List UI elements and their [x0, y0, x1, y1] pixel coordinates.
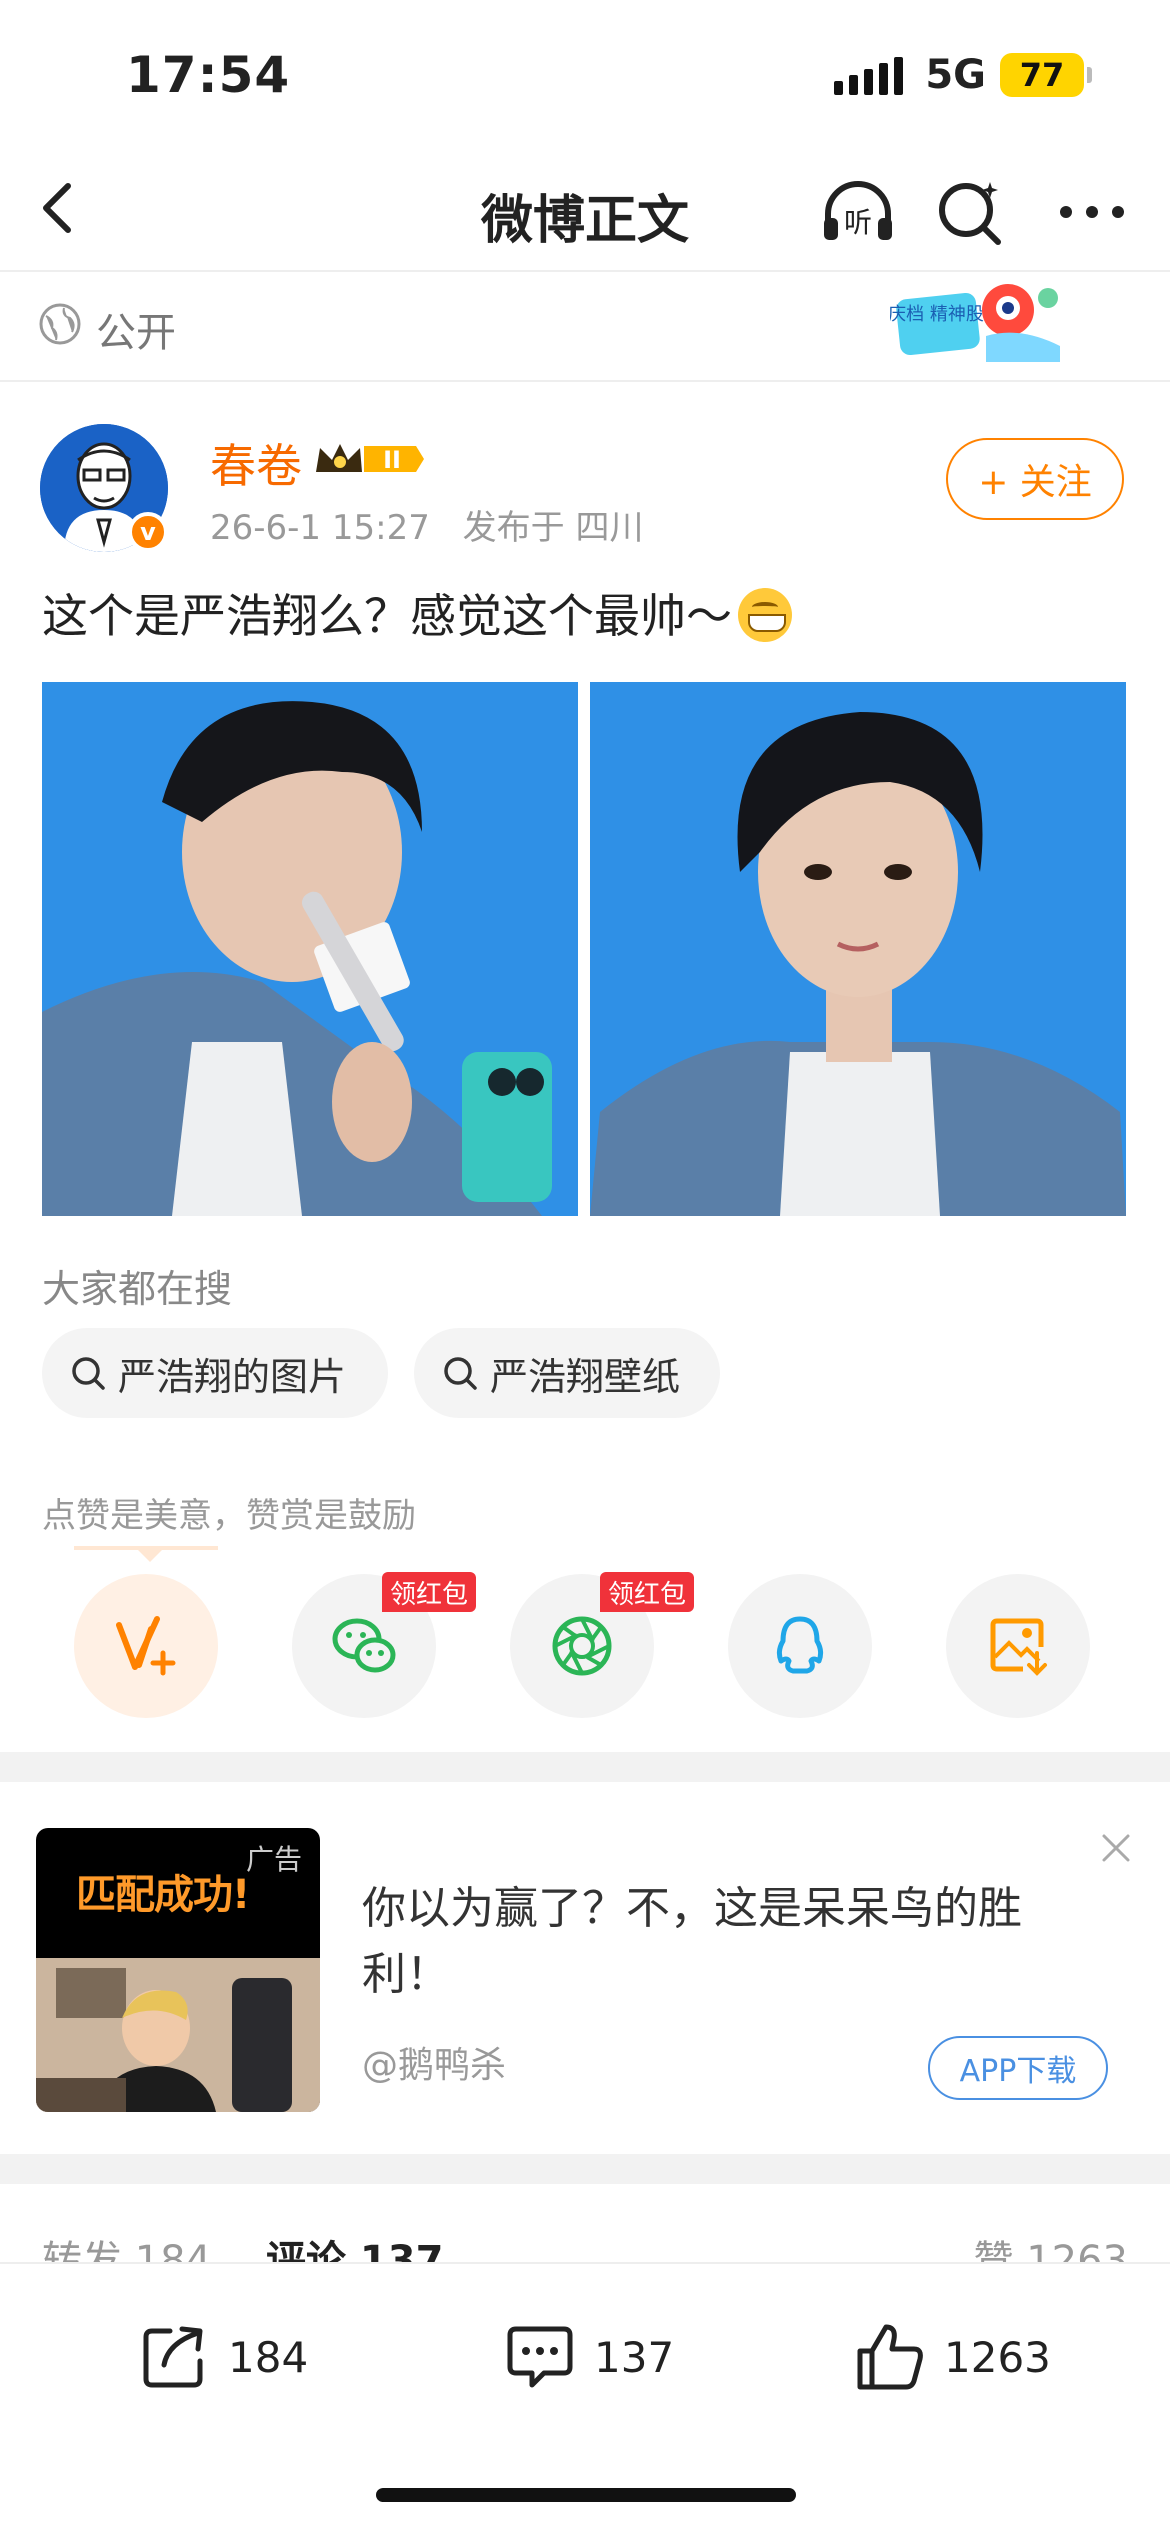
- reward-v-plus-icon: [116, 1616, 176, 1676]
- headphone-icon[interactable]: 听: [818, 172, 898, 252]
- trending-search-label: 大家都在搜: [42, 1267, 233, 1311]
- search-icon: [444, 1357, 477, 1390]
- post-image-2[interactable]: [590, 682, 1126, 1216]
- ad-tag: 广告: [245, 1843, 302, 1876]
- post-image-1[interactable]: [42, 682, 578, 1216]
- level-badge: II: [383, 446, 401, 474]
- home-indicator[interactable]: [376, 2488, 796, 2502]
- visibility-label: 公开: [96, 310, 176, 356]
- thumbs-up-icon: [857, 2324, 923, 2390]
- share-qq-button[interactable]: [728, 1574, 872, 1718]
- grin-emoji-icon: [738, 588, 792, 642]
- search-chip-label: 严浩翔壁纸: [490, 1354, 681, 1399]
- more-icon[interactable]: [1052, 172, 1132, 252]
- repost-button[interactable]: 184: [136, 2312, 308, 2402]
- ad-scene: [36, 1958, 320, 2112]
- member-crown-icon[interactable]: II: [312, 436, 428, 482]
- post-text: 这个是严浩翔么？感觉这个最帅～: [42, 580, 792, 646]
- repost-count: 184: [228, 2332, 309, 2382]
- post-time: 26-6-1 15:27: [210, 508, 430, 548]
- comment-count: 137: [594, 2332, 675, 2382]
- globe-icon: [39, 303, 81, 345]
- reward-tip: 点赞是美意，赞赏是鼓励: [42, 1496, 416, 1536]
- ad-source[interactable]: @鹅鸭杀: [362, 2036, 506, 2088]
- signal-icon: [834, 55, 904, 95]
- repost-icon: [143, 2326, 203, 2388]
- search-chip[interactable]: 严浩翔的图片: [42, 1328, 388, 1418]
- ad-title[interactable]: 你以为赢了？不，这是呆呆鸟的胜利！: [362, 1876, 1062, 2008]
- moments-icon: [552, 1616, 612, 1676]
- ad-image-caption: 匹配成功!: [76, 1872, 250, 1918]
- post-text-body: 这个是严浩翔么？感觉这个最帅～: [42, 589, 732, 643]
- back-icon[interactable]: [30, 178, 90, 238]
- like-button[interactable]: 1263: [852, 2312, 1051, 2402]
- close-icon[interactable]: [1098, 1830, 1134, 1866]
- wechat-icon: [332, 1618, 396, 1673]
- reward-button[interactable]: [74, 1574, 218, 1718]
- comment-icon: [507, 2326, 573, 2388]
- post-location: 发布于 四川: [462, 508, 644, 548]
- tip-caret: [134, 1546, 166, 1562]
- red-packet-tag: 领红包: [382, 1572, 477, 1612]
- network-type: 5G: [925, 52, 986, 98]
- post-meta: 26-6-1 15:27 发布于 四川: [210, 500, 665, 549]
- image-download-icon: [990, 1618, 1047, 1676]
- ad-image[interactable]: 匹配成功! 广告: [36, 1828, 320, 2112]
- red-packet-tag: 领红包: [600, 1572, 695, 1612]
- follow-button[interactable]: + 关注: [946, 438, 1124, 520]
- section-divider: [0, 2154, 1170, 2184]
- status-right: 5G 77: [834, 52, 1092, 98]
- section-divider: [0, 1752, 1170, 1782]
- qq-icon: [776, 1616, 824, 1674]
- search-icon[interactable]: [930, 172, 1010, 252]
- verified-badge: v: [128, 512, 168, 552]
- like-count: 1263: [944, 2332, 1051, 2382]
- save-image-button[interactable]: [946, 1574, 1090, 1718]
- app-download-button[interactable]: APP下载: [928, 2036, 1108, 2100]
- search-chip[interactable]: 严浩翔壁纸: [414, 1328, 720, 1418]
- author-name[interactable]: 春卷: [210, 430, 302, 496]
- status-bar: 17:54 5G 77: [0, 0, 1170, 150]
- promo-badge[interactable]: 国庆档 精神股东: [890, 276, 1080, 368]
- visibility-row: 公开 国庆档 精神股东: [0, 272, 1170, 382]
- comment-button[interactable]: 137: [502, 2312, 674, 2402]
- battery-icon: 77: [1000, 53, 1092, 97]
- status-time: 17:54: [126, 46, 291, 104]
- listen-label: 听: [844, 206, 872, 239]
- search-icon: [72, 1357, 105, 1390]
- search-chip-label: 严浩翔的图片: [118, 1354, 347, 1399]
- interaction-tabs: 转发 184 评论 137 赞 1263: [0, 2184, 1170, 2284]
- nav-bar: 微博正文 听: [0, 150, 1170, 272]
